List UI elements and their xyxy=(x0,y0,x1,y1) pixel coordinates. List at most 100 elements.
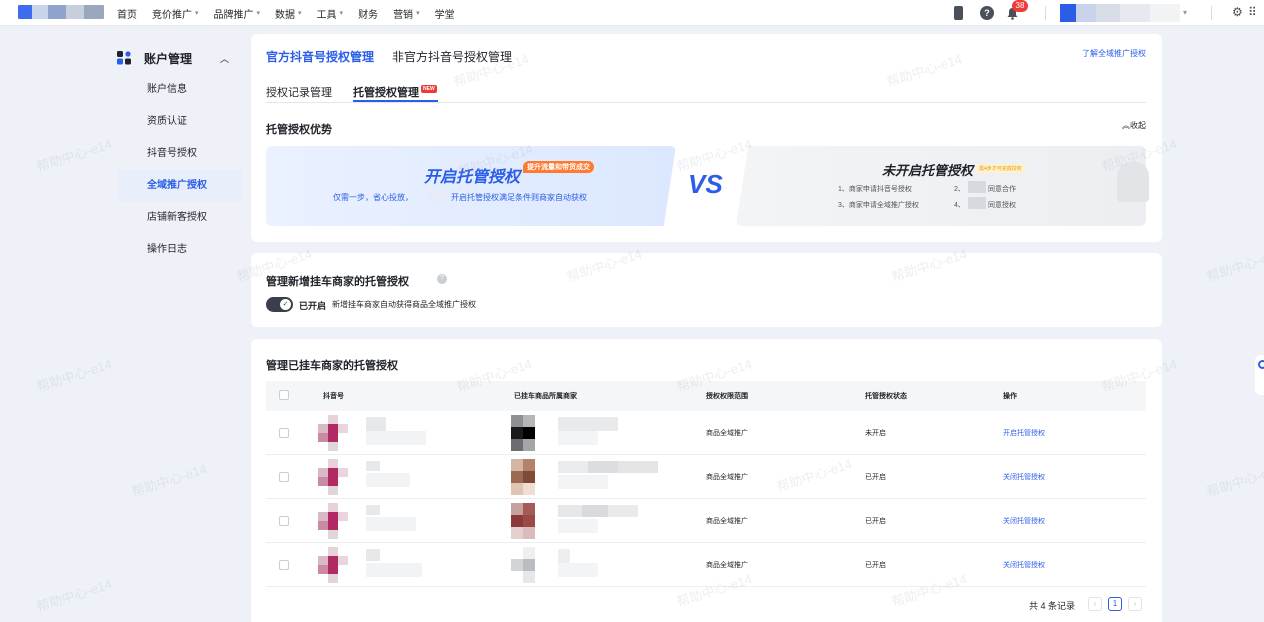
prev-page-button[interactable]: ‹ xyxy=(1088,597,1102,611)
vs-label: VS xyxy=(688,169,723,199)
merchant-avatar-blurred xyxy=(511,503,547,539)
blurred-text xyxy=(427,190,449,202)
table-row: 商品全域推广 已开启 关闭托管授权 xyxy=(266,499,1146,543)
step-1: 1、商家申请抖音号授权 xyxy=(838,186,912,193)
tab-official-auth[interactable]: 官方抖音号授权管理 xyxy=(266,48,374,65)
row-checkbox[interactable] xyxy=(279,428,289,438)
disable-hosted-auth-link[interactable]: 关闭托管授权 xyxy=(1003,516,1045,526)
nav-bidding[interactable]: 竞价推广 ▾ xyxy=(152,6,199,21)
non-hosted-title: 未开启托管授权 xyxy=(882,163,974,178)
chevron-up-icon: ︿ xyxy=(220,53,230,64)
col-action: 操作 xyxy=(1003,393,1017,400)
step-2-prefix: 2、 xyxy=(954,186,965,193)
select-all-checkbox[interactable] xyxy=(279,390,289,400)
gear-icon[interactable]: ⚙ xyxy=(1232,5,1243,19)
notification-badge: 38 xyxy=(1012,0,1028,12)
chevron-down-icon: ▾ xyxy=(1183,8,1188,17)
nav-brand[interactable]: 品牌推广 ▾ xyxy=(214,6,261,21)
account-name-blurred xyxy=(366,461,426,493)
sub-tab-records[interactable]: 授权记录管理 xyxy=(266,84,332,100)
watermark: 帮助中心-e14 xyxy=(34,576,114,615)
sidebar-item-douyin-auth[interactable]: 抖音号授权 xyxy=(117,138,243,170)
table-row: 商品全域推广 已开启 关闭托管授权 xyxy=(266,543,1146,587)
tabs-divider xyxy=(266,102,1146,103)
account-avatar-blurred xyxy=(318,547,348,583)
row-checkbox[interactable] xyxy=(279,516,289,526)
col-scope: 授权权限范围 xyxy=(706,393,748,400)
account-icon xyxy=(117,51,131,65)
divider xyxy=(1045,6,1046,20)
sidebar-item-operation-log[interactable]: 操作日志 xyxy=(117,234,243,266)
sidebar-item-new-customer-auth[interactable]: 店铺新客授权 xyxy=(117,202,243,234)
step-3: 3、商家申请全域推广授权 xyxy=(838,202,919,209)
step-4: 同意授权 xyxy=(988,202,1016,209)
toggle-desc: 新增挂车商家自动获得商品全域推广授权 xyxy=(332,300,476,309)
total-records: 共 4 条记录 xyxy=(1029,601,1076,611)
assistant-icon xyxy=(1258,360,1264,369)
user-account-menu[interactable] xyxy=(1060,4,1180,22)
table-header: 抖音号 已挂车商品所属商家 授权权限范围 托管授权状态 操作 xyxy=(266,381,1146,411)
check-icon: ✓ xyxy=(280,299,291,310)
advantages-title: 托管授权优势 xyxy=(266,124,332,136)
existing-merchants-title: 管理已挂车商家的托管授权 xyxy=(266,360,398,372)
sidebar-group-account[interactable]: 账户管理 ︿ xyxy=(117,44,243,72)
account-avatar-blurred xyxy=(318,503,348,539)
watermark: 帮助中心-e14 xyxy=(34,356,114,395)
nav-academy[interactable]: 学堂 xyxy=(435,6,455,21)
watermark: 帮助中心-e14 xyxy=(129,461,209,500)
table-row: 商品全域推广 未开启 开启托管授权 xyxy=(266,411,1146,455)
row-checkbox[interactable] xyxy=(279,560,289,570)
merchant-avatar-blurred xyxy=(511,547,547,583)
hosted-desc-b: 开启托管授权满足条件则商家自动获权 xyxy=(451,193,587,202)
col-douyin-account: 抖音号 xyxy=(323,393,344,400)
collapse-button[interactable]: ︽收起 xyxy=(1122,120,1146,131)
nav-data[interactable]: 数据 ▾ xyxy=(275,6,302,21)
learn-more-link[interactable]: 了解全域推广授权 xyxy=(1082,48,1146,59)
row-checkbox[interactable] xyxy=(279,472,289,482)
sidebar-item-account-info[interactable]: 账户信息 xyxy=(117,74,243,106)
account-avatar-blurred xyxy=(318,459,348,495)
nav-home[interactable]: 首页 xyxy=(117,6,137,21)
account-name-blurred xyxy=(366,549,426,581)
floating-assistant[interactable] xyxy=(1255,355,1264,395)
sub-tab-hosted[interactable]: 托管授权管理 xyxy=(353,84,419,100)
scope-cell: 商品全域推广 xyxy=(706,518,748,525)
account-avatar-blurred xyxy=(318,415,348,451)
main-nav: 首页 竞价推广 ▾ 品牌推广 ▾ 数据 ▾ 工具 ▾ 财务 营销 ▾ 学堂 xyxy=(117,0,470,26)
nav-marketing[interactable]: 营销 ▾ xyxy=(393,6,420,21)
non-hosted-panel xyxy=(736,146,1146,226)
existing-merchants-card: 管理已挂车商家的托管授权 抖音号 已挂车商品所属商家 授权权限范围 托管授权状态… xyxy=(251,339,1162,622)
nav-finance[interactable]: 财务 xyxy=(358,6,378,21)
auto-auth-toggle[interactable]: ✓ xyxy=(266,297,293,312)
table-row: 商品全域推广 已开启 关闭托管授权 xyxy=(266,455,1146,499)
sidebar-item-global-promotion-auth[interactable]: 全域推广授权 xyxy=(117,170,243,202)
sidebar-group-title: 账户管理 xyxy=(144,51,193,66)
toggle-label: 已开启 xyxy=(299,301,327,311)
apps-grid-icon[interactable]: ⠿ xyxy=(1248,5,1257,19)
person-illustration xyxy=(1117,162,1149,202)
next-page-button[interactable]: › xyxy=(1128,597,1142,611)
nav-tools[interactable]: 工具 ▾ xyxy=(317,6,344,21)
sidebar-item-qualification[interactable]: 资质认证 xyxy=(117,106,243,138)
status-cell: 未开启 xyxy=(865,430,886,437)
scope-cell: 商品全域推广 xyxy=(706,562,748,569)
col-status: 托管授权状态 xyxy=(865,393,907,400)
watermark: 帮助中心-e14 xyxy=(34,136,114,175)
page-1-button[interactable]: 1 xyxy=(1108,597,1122,611)
hosted-desc-a: 仅需一步，省心投放， xyxy=(333,193,413,202)
status-cell: 已开启 xyxy=(865,474,886,481)
watermark: 帮助中心-e14 xyxy=(1204,461,1264,500)
brand-logo[interactable] xyxy=(18,5,104,19)
disable-hosted-auth-link[interactable]: 关闭托管授权 xyxy=(1003,472,1045,482)
help-icon[interactable]: ? xyxy=(980,6,994,20)
enable-hosted-auth-link[interactable]: 开启托管授权 xyxy=(1003,428,1045,438)
sidebar: 账户管理 ︿ 账户信息 资质认证 抖音号授权 全域推广授权 店铺新客授权 操作日… xyxy=(117,44,243,266)
merchant-avatar-blurred xyxy=(511,459,547,495)
hosted-badge: 提升流量和带货成交 xyxy=(523,161,594,173)
info-icon[interactable]: ? xyxy=(437,274,447,284)
merchant-name-blurred xyxy=(558,505,638,535)
tab-unofficial-auth[interactable]: 非官方抖音号授权管理 xyxy=(392,48,512,65)
chevron-up-icon: ︽ xyxy=(1122,121,1130,130)
disable-hosted-auth-link[interactable]: 关闭托管授权 xyxy=(1003,560,1045,570)
mobile-icon[interactable] xyxy=(954,6,963,20)
